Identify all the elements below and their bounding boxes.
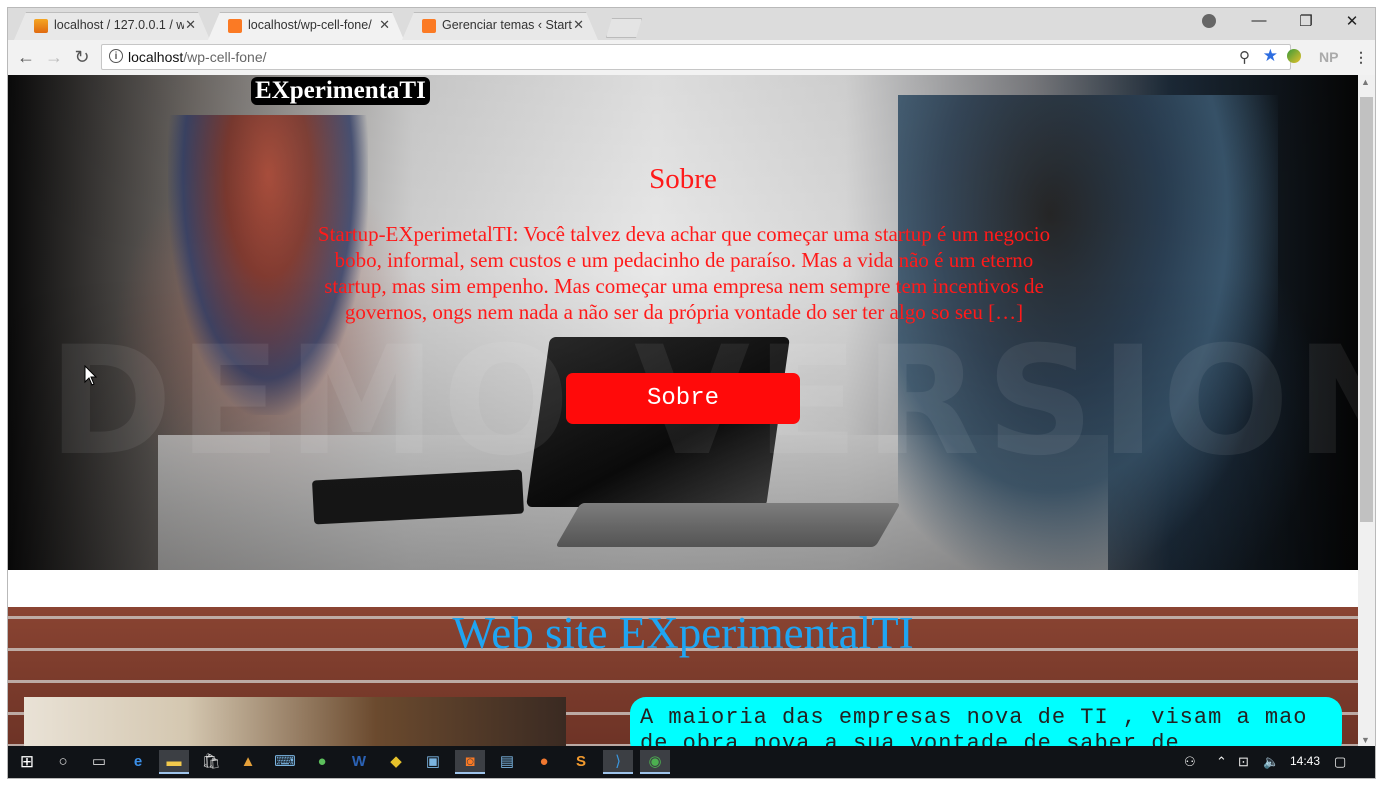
scrollbar-thumb[interactable] bbox=[1360, 97, 1373, 522]
hero-banner: DEMO VERSION EXperimentaTI Sobre Startup… bbox=[8, 75, 1358, 570]
volume-icon[interactable]: 🔈 bbox=[1263, 754, 1279, 770]
browser-toolbar: ← → ↻ i localhost/wp-cell-fone/ ⚲ ★ NP ⋮ bbox=[8, 40, 1375, 76]
web-section-card: A maioria das empresas nova de TI , visa… bbox=[630, 697, 1342, 747]
firefox-icon[interactable]: ● bbox=[529, 750, 559, 774]
web-section: Web site EXperimentalTI A maioria das em… bbox=[8, 607, 1358, 747]
scroll-down-arrow-icon[interactable]: ▼ bbox=[1361, 735, 1370, 745]
app-icon-2[interactable]: ◆ bbox=[381, 750, 411, 774]
store-icon[interactable]: 🛍 bbox=[196, 750, 226, 774]
file-explorer-icon[interactable]: ▬ bbox=[159, 750, 189, 774]
reload-icon[interactable]: ↻ bbox=[71, 47, 93, 68]
about-text: Startup-EXperimetalTI: Você talvez deva … bbox=[317, 222, 1051, 324]
page-viewport: DEMO VERSION EXperimentaTI Sobre Startup… bbox=[8, 75, 1358, 747]
tab-phpmyadmin[interactable]: localhost / 127.0.0.1 / wp ✕ bbox=[14, 12, 210, 40]
browser-window: localhost / 127.0.0.1 / wp ✕ localhost/w… bbox=[8, 8, 1375, 778]
maximize-button[interactable]: ❐ bbox=[1283, 12, 1329, 30]
edge-icon[interactable]: e bbox=[123, 750, 153, 774]
chrome-like-icon[interactable]: ● bbox=[307, 750, 337, 774]
windows-start-icon[interactable]: ⊞ bbox=[12, 750, 42, 774]
np-extension-icon[interactable]: NP bbox=[1319, 49, 1338, 65]
web-section-photo bbox=[24, 697, 566, 747]
web-section-card-text: A maioria das empresas nova de TI , visa… bbox=[640, 705, 1308, 747]
close-icon[interactable]: ✕ bbox=[185, 17, 196, 33]
info-icon[interactable]: i bbox=[109, 49, 123, 63]
new-tab-button[interactable] bbox=[606, 18, 642, 38]
menu-icon[interactable]: ⋮ bbox=[1354, 49, 1368, 66]
notification-icon[interactable]: ▢ bbox=[1334, 754, 1346, 770]
close-window-button[interactable]: ✕ bbox=[1329, 12, 1375, 30]
tab-gerenciar-temas[interactable]: Gerenciar temas ‹ StartUp ✕ bbox=[402, 12, 598, 40]
mouse-pointer-icon bbox=[84, 365, 98, 386]
bookmark-star-icon[interactable]: ★ bbox=[1263, 46, 1278, 66]
about-button[interactable]: Sobre bbox=[566, 373, 800, 424]
about-heading: Sobre bbox=[649, 163, 717, 195]
chevron-up-icon[interactable]: ⌃ bbox=[1216, 754, 1227, 770]
app-icon-4[interactable]: ▤ bbox=[492, 750, 522, 774]
people-icon[interactable]: ⚇ bbox=[1184, 754, 1196, 770]
tab-title: Gerenciar temas ‹ StartUp bbox=[442, 18, 572, 32]
url-text[interactable]: localhost/wp-cell-fone/ bbox=[128, 49, 267, 65]
minimize-button[interactable]: — bbox=[1236, 12, 1282, 29]
clock[interactable]: 14:43 bbox=[1290, 754, 1320, 768]
close-icon[interactable]: ✕ bbox=[573, 17, 584, 33]
tab-title: localhost/wp-cell-fone/ bbox=[248, 18, 372, 32]
close-icon[interactable]: ✕ bbox=[379, 17, 390, 33]
phpmyadmin-icon bbox=[34, 19, 48, 33]
windows-taskbar: ⊞ ○ ▭ e ▬ 🛍 ▲ ⌨ ● W ◆ ▣ ◙ ▤ ● S ⟩ ◉ ⚇ ⌃ … bbox=[8, 746, 1375, 778]
vscode-icon[interactable]: ⟩ bbox=[603, 750, 633, 774]
chrome-icon[interactable]: ◉ bbox=[640, 750, 670, 774]
xampp-icon bbox=[228, 19, 242, 33]
sublime-icon[interactable]: S bbox=[566, 750, 596, 774]
back-arrow-icon[interactable]: ← bbox=[15, 47, 37, 68]
task-view-icon[interactable]: ▭ bbox=[84, 750, 114, 774]
site-logo[interactable]: EXperimentaTI bbox=[251, 77, 430, 105]
keyboard-icon[interactable]: ⌨ bbox=[270, 750, 300, 774]
xampp-icon bbox=[422, 19, 436, 33]
app-icon[interactable]: ▲ bbox=[233, 750, 263, 774]
tab-wp-cell-fone[interactable]: localhost/wp-cell-fone/ ✕ bbox=[208, 12, 404, 40]
forward-arrow-icon[interactable]: → bbox=[43, 47, 65, 68]
zoom-icon[interactable]: ⚲ bbox=[1239, 48, 1250, 66]
network-icon[interactable]: ⊡ bbox=[1238, 754, 1249, 770]
tab-strip: localhost / 127.0.0.1 / wp ✕ localhost/w… bbox=[8, 8, 1375, 40]
scroll-up-arrow-icon[interactable]: ▲ bbox=[1361, 77, 1370, 87]
extension-icon[interactable] bbox=[1287, 49, 1301, 63]
tab-title: localhost / 127.0.0.1 / wp bbox=[54, 18, 184, 32]
app-icon-3[interactable]: ▣ bbox=[418, 750, 448, 774]
word-icon[interactable]: W bbox=[344, 750, 374, 774]
profile-icon[interactable] bbox=[1202, 14, 1216, 28]
xampp-icon[interactable]: ◙ bbox=[455, 750, 485, 774]
cortana-icon[interactable]: ○ bbox=[48, 750, 78, 774]
address-bar[interactable]: i localhost/wp-cell-fone/ ⚲ ★ bbox=[101, 44, 1291, 70]
web-section-heading: Web site EXperimentalTI bbox=[452, 608, 914, 658]
